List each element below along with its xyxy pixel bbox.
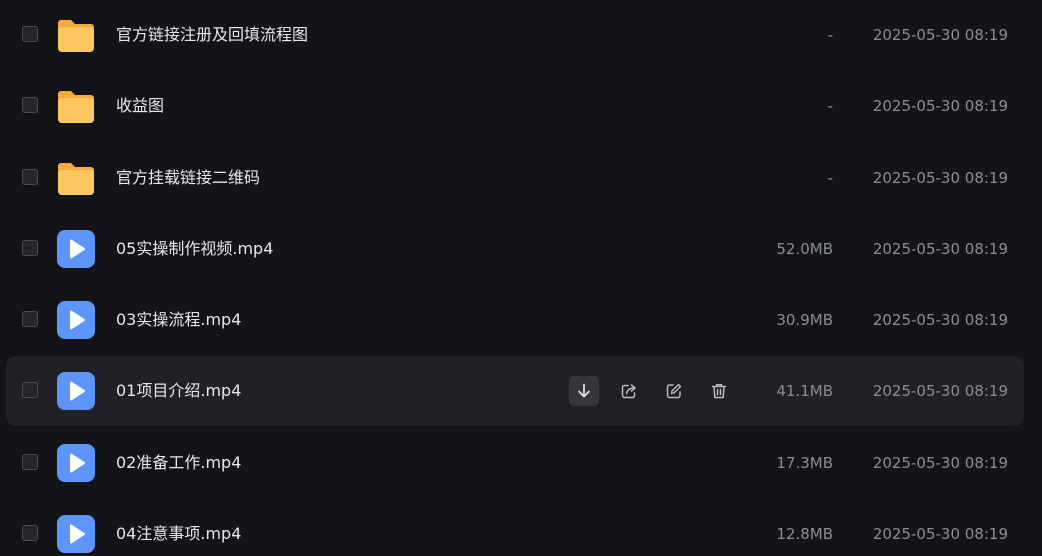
file-modified-date: 2025-05-30 08:19 <box>872 454 1008 472</box>
file-name[interactable]: 03实操流程.mp4 <box>116 285 241 355</box>
file-modified-date: 2025-05-30 08:19 <box>872 311 1008 329</box>
row-checkbox[interactable] <box>22 454 38 470</box>
folder-icon <box>58 91 94 123</box>
file-modified-date: 2025-05-30 08:19 <box>872 382 1008 400</box>
video-play-icon <box>57 444 95 482</box>
row-checkbox[interactable] <box>22 97 38 113</box>
file-name[interactable]: 04注意事项.mp4 <box>116 499 241 556</box>
file-size: - <box>827 26 833 44</box>
file-size: 41.1MB <box>776 382 833 400</box>
folder-icon <box>58 20 94 52</box>
download-button[interactable] <box>569 376 599 406</box>
file-size: 17.3MB <box>776 454 833 472</box>
file-name[interactable]: 01项目介绍.mp4 <box>116 356 241 426</box>
file-modified-date: 2025-05-30 08:19 <box>872 525 1008 543</box>
file-list: 官方链接注册及回填流程图 - 2025-05-30 08:19 收益图 - 20… <box>0 0 1042 556</box>
file-modified-date: 2025-05-30 08:19 <box>872 26 1008 44</box>
video-play-icon <box>57 230 95 268</box>
file-name[interactable]: 02准备工作.mp4 <box>116 428 241 498</box>
file-row[interactable]: 03实操流程.mp4 30.9MB 2025-05-30 08:19 <box>6 285 1024 355</box>
row-checkbox[interactable] <box>22 525 38 541</box>
file-row[interactable]: 收益图 - 2025-05-30 08:19 <box>6 71 1024 141</box>
file-row[interactable]: 02准备工作.mp4 17.3MB 2025-05-30 08:19 <box>6 428 1024 498</box>
file-size: 12.8MB <box>776 525 833 543</box>
edit-button[interactable] <box>659 376 689 406</box>
file-name[interactable]: 官方链接注册及回填流程图 <box>116 0 308 70</box>
video-play-icon <box>57 372 95 410</box>
row-checkbox[interactable] <box>22 26 38 42</box>
video-play-icon <box>57 301 95 339</box>
file-row[interactable]: 05实操制作视频.mp4 52.0MB 2025-05-30 08:19 <box>6 214 1024 284</box>
download-icon <box>578 383 590 398</box>
file-name[interactable]: 官方挂载链接二维码 <box>116 143 260 213</box>
file-size: - <box>827 97 833 115</box>
file-size: 52.0MB <box>776 240 833 258</box>
row-checkbox[interactable] <box>22 311 38 327</box>
share-icon <box>621 384 636 399</box>
video-play-icon <box>57 515 95 553</box>
row-checkbox[interactable] <box>22 169 38 185</box>
folder-icon <box>58 163 94 195</box>
row-actions <box>569 376 749 406</box>
delete-button[interactable] <box>704 376 734 406</box>
file-row-hovered[interactable]: 01项目介绍.mp4 41.1MB 2025-05-30 08:19 <box>6 356 1024 426</box>
file-size: - <box>827 169 833 187</box>
row-checkbox[interactable] <box>22 382 38 398</box>
file-modified-date: 2025-05-30 08:19 <box>872 169 1008 187</box>
delete-icon <box>711 384 727 399</box>
file-modified-date: 2025-05-30 08:19 <box>872 240 1008 258</box>
file-modified-date: 2025-05-30 08:19 <box>872 97 1008 115</box>
file-row[interactable]: 官方链接注册及回填流程图 - 2025-05-30 08:19 <box>6 0 1024 70</box>
share-button[interactable] <box>614 376 644 406</box>
file-name[interactable]: 收益图 <box>116 71 164 141</box>
row-checkbox[interactable] <box>22 240 38 256</box>
edit-icon <box>666 383 682 399</box>
file-row[interactable]: 官方挂载链接二维码 - 2025-05-30 08:19 <box>6 143 1024 213</box>
file-row[interactable]: 04注意事项.mp4 12.8MB 2025-05-30 08:19 <box>6 499 1024 556</box>
file-size: 30.9MB <box>776 311 833 329</box>
file-name[interactable]: 05实操制作视频.mp4 <box>116 214 273 284</box>
